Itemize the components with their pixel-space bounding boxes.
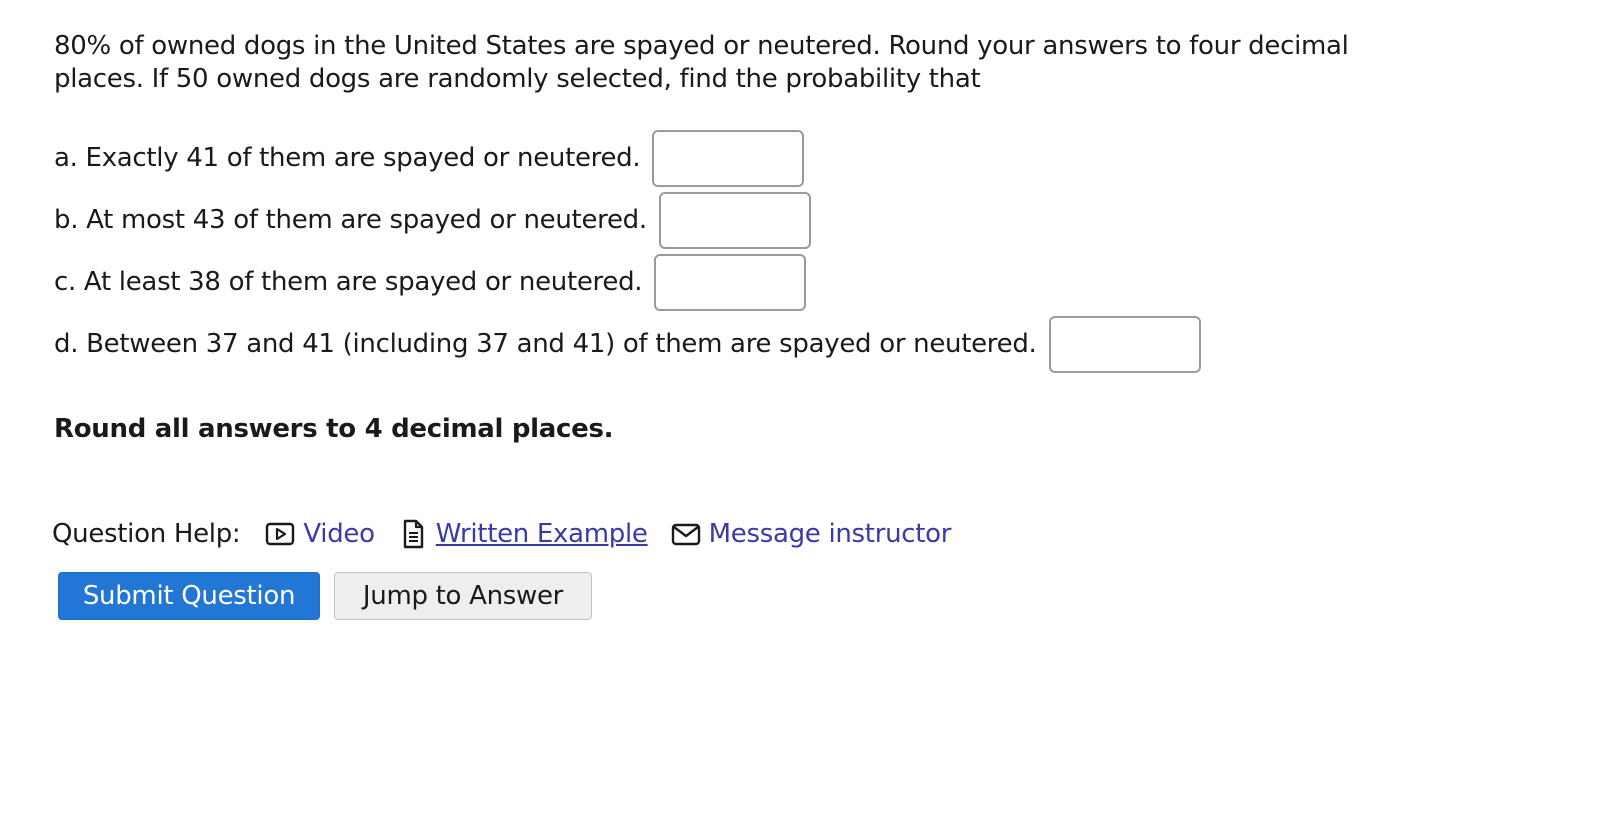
- rounding-instruction: Round all answers to 4 decimal places.: [54, 414, 614, 444]
- question-intro: 80% of owned dogs in the United States a…: [54, 31, 1349, 94]
- video-link-label: Video: [303, 519, 375, 549]
- question-help-bar: Question Help: Video Written Example Mes…: [52, 518, 973, 550]
- message-instructor-link-label: Message instructor: [708, 519, 952, 549]
- envelope-icon: [671, 523, 700, 546]
- question-part-d: d. Between 37 and 41 (including 37 and 4…: [54, 314, 1201, 374]
- part-d-answer-input[interactable]: [1048, 315, 1201, 373]
- part-b-answer-input[interactable]: [658, 191, 811, 249]
- message-instructor-link[interactable]: Message instructor: [670, 518, 952, 550]
- document-icon: [403, 519, 423, 549]
- question-part-a: a. Exactly 41 of them are spayed or neut…: [54, 128, 805, 188]
- part-c-label: c. At least 38 of them are spayed or neu…: [54, 267, 643, 297]
- question-help-label: Question Help:: [52, 519, 241, 549]
- video-link[interactable]: Video: [264, 518, 375, 550]
- part-d-label: d. Between 37 and 41 (including 37 and 4…: [54, 329, 1037, 359]
- part-a-answer-input[interactable]: [652, 129, 805, 187]
- question-part-b: b. At most 43 of them are spayed or neut…: [54, 190, 811, 250]
- written-example-link[interactable]: Written Example: [397, 518, 648, 550]
- part-c-answer-input[interactable]: [654, 253, 807, 311]
- jump-to-answer-button[interactable]: Jump to Answer: [334, 572, 592, 620]
- part-a-label: a. Exactly 41 of them are spayed or neut…: [54, 143, 641, 173]
- written-example-link-label: Written Example: [435, 519, 648, 549]
- video-icon: [266, 522, 295, 546]
- part-b-label: b. At most 43 of them are spayed or neut…: [54, 205, 647, 235]
- submit-question-button[interactable]: Submit Question: [58, 572, 320, 620]
- question-part-c: c. At least 38 of them are spayed or neu…: [54, 252, 807, 312]
